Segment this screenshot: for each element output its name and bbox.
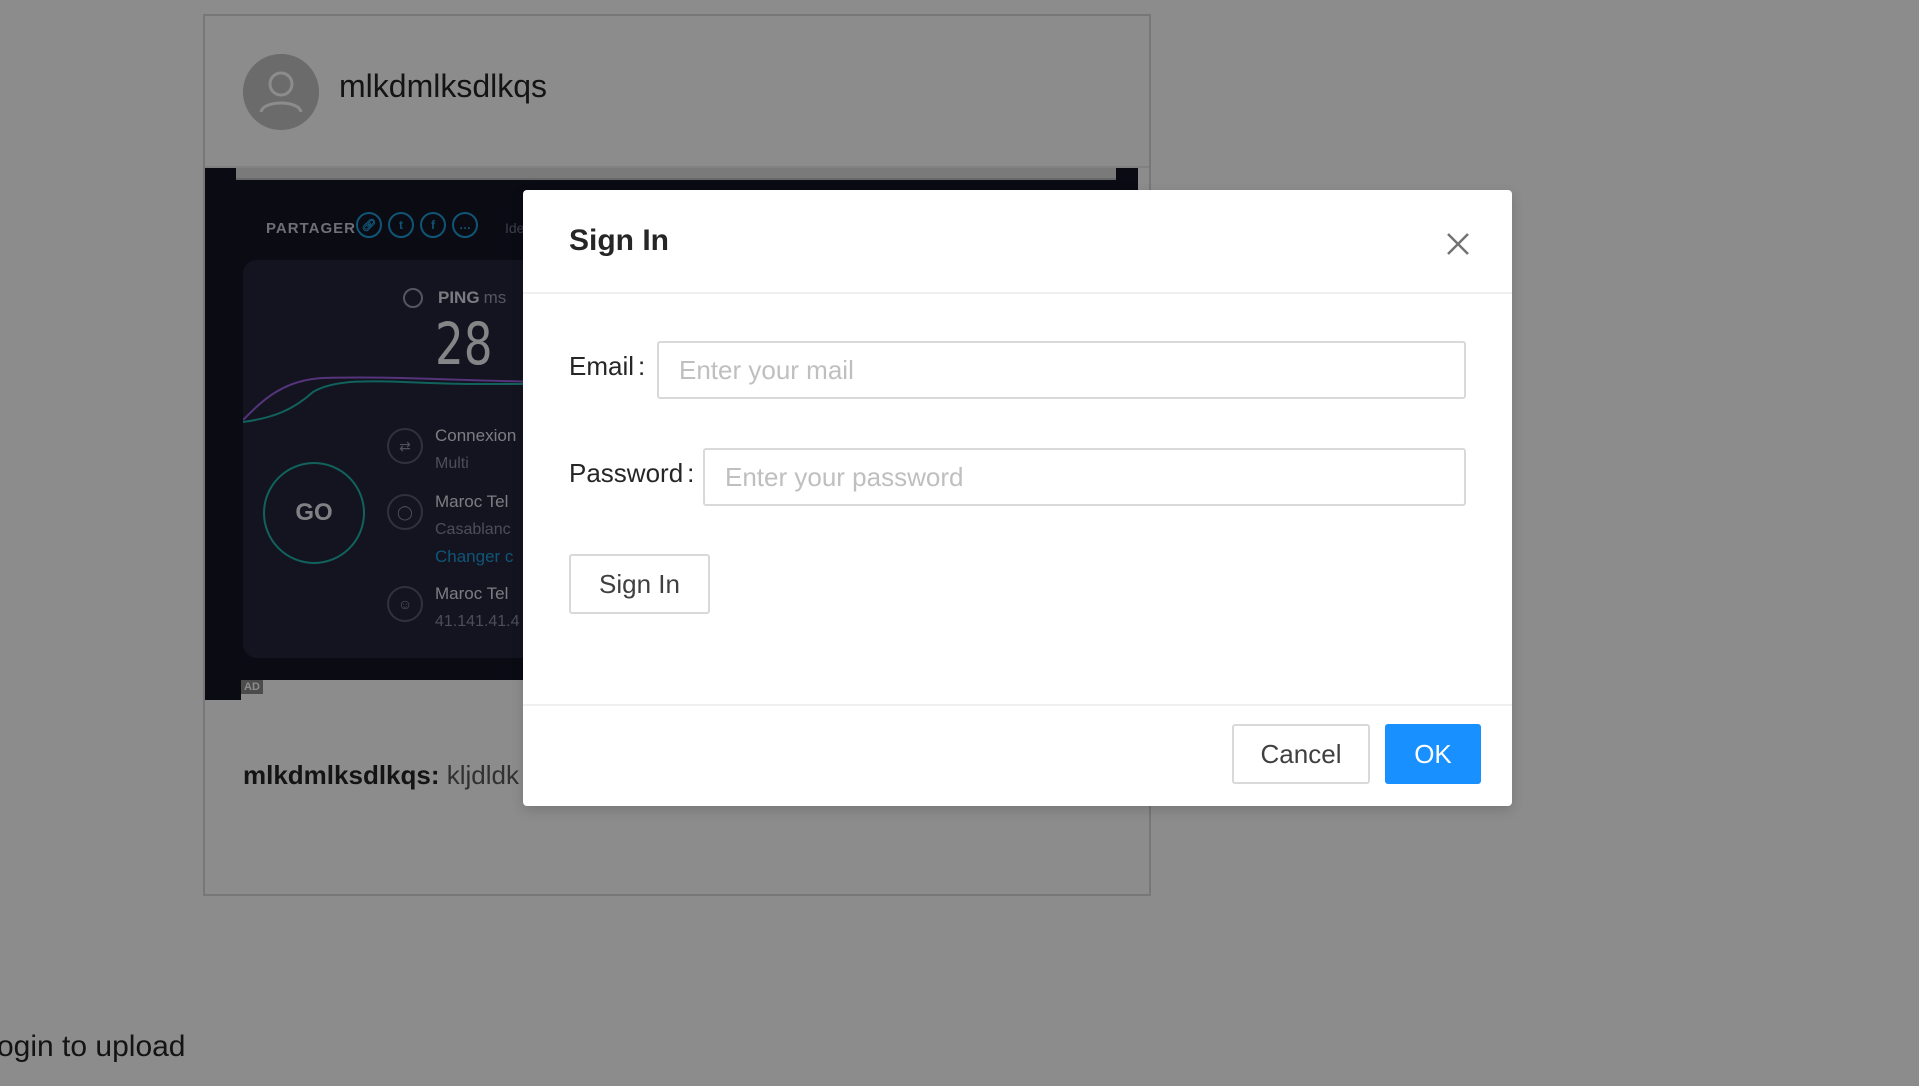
modal-header: Sign In	[523, 190, 1512, 294]
close-icon	[1447, 233, 1469, 255]
email-field[interactable]	[657, 341, 1466, 399]
password-field[interactable]	[703, 448, 1466, 506]
sign-in-modal: Sign In Email: Password: Sign In Cancel …	[523, 190, 1512, 806]
cancel-button[interactable]: Cancel	[1232, 724, 1370, 784]
modal-title: Sign In	[569, 224, 669, 257]
ok-button[interactable]: OK	[1385, 724, 1481, 784]
close-button[interactable]	[1438, 224, 1478, 264]
email-label: Email:	[569, 351, 646, 381]
modal-footer: Cancel OK	[523, 704, 1512, 806]
sign-in-button[interactable]: Sign In	[569, 554, 710, 614]
password-label: Password:	[569, 458, 695, 488]
